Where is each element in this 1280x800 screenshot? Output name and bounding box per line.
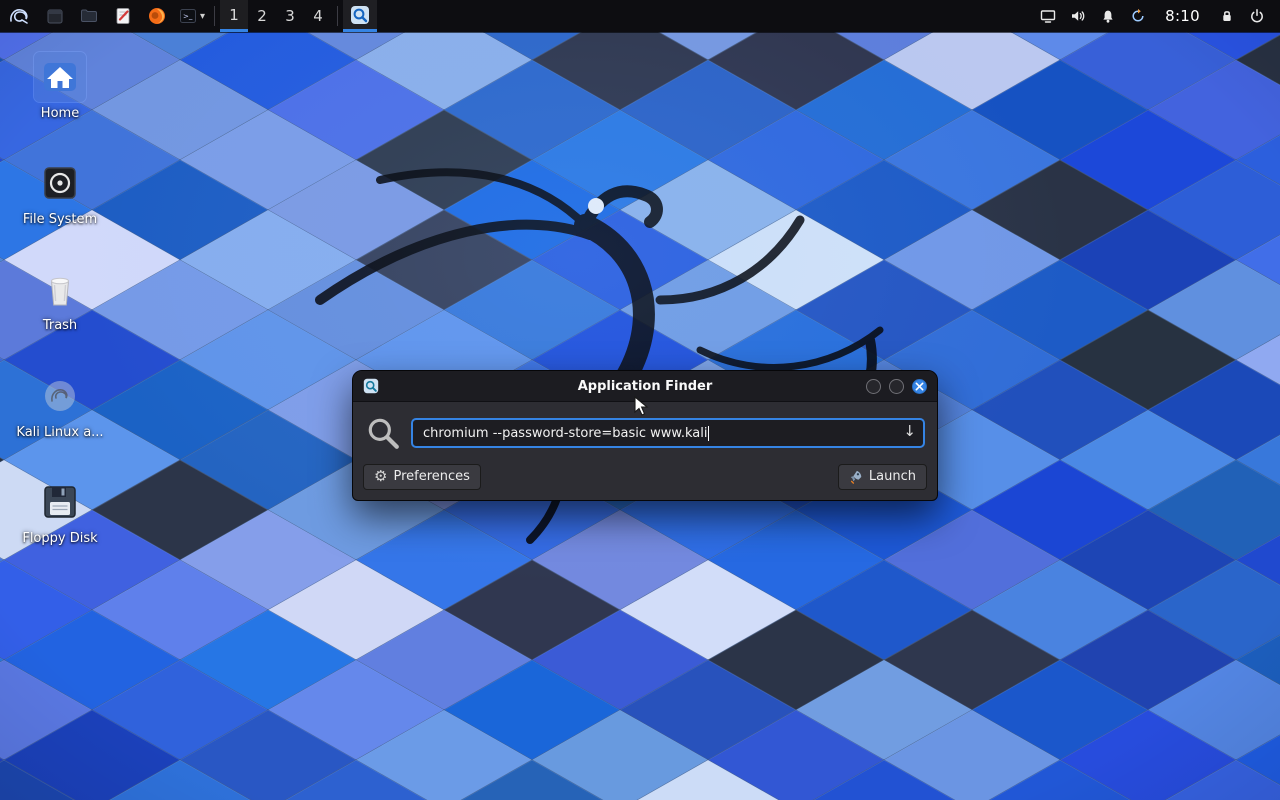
top-panel: >_ ▾ 1 2 3 4 xyxy=(0,0,1280,32)
updates-button[interactable] xyxy=(1123,0,1153,32)
desktop-icon-floppy-disk[interactable]: Floppy Disk xyxy=(8,477,112,546)
kali-logo-icon xyxy=(8,5,30,27)
finder-button-row: ⚙ Preferences Launch xyxy=(353,455,937,500)
workspace-switcher: 1 2 3 4 xyxy=(220,0,332,32)
history-dropdown-icon[interactable]: ↓ xyxy=(903,424,916,439)
desktop-icon-label: Trash xyxy=(43,318,77,333)
window-title: Application Finder xyxy=(353,379,937,394)
panel-separator xyxy=(214,6,215,26)
desktop-icon-label: Home xyxy=(41,106,79,121)
lock-screen-button[interactable] xyxy=(1212,0,1242,32)
text-editor-launcher[interactable] xyxy=(106,0,140,32)
maximize-button[interactable] xyxy=(889,379,904,394)
desktop-icon-label: Floppy Disk xyxy=(22,531,97,546)
folder-launcher[interactable] xyxy=(72,0,106,32)
launch-button[interactable]: Launch xyxy=(838,464,927,490)
clock[interactable]: 8:10 xyxy=(1165,7,1200,25)
workspace-1[interactable]: 1 xyxy=(220,0,248,32)
titlebar[interactable]: Application Finder xyxy=(353,371,937,402)
desktop-icon-label: Kali Linux a... xyxy=(16,425,103,440)
logout-power-button[interactable] xyxy=(1242,0,1272,32)
file-system-icon xyxy=(34,158,86,208)
volume-button[interactable] xyxy=(1063,0,1093,32)
terminal-glyph: >_ xyxy=(183,13,193,21)
preferences-label: Preferences xyxy=(393,469,469,485)
gear-icon: ⚙ xyxy=(374,469,387,484)
power-icon xyxy=(1249,8,1265,24)
application-finder-window: Application Finder chromium --password-s… xyxy=(352,370,938,501)
minimize-button[interactable] xyxy=(866,379,881,394)
updates-icon xyxy=(1130,8,1146,24)
desktop-icon-label: File System xyxy=(23,212,97,227)
firefox-launcher[interactable] xyxy=(140,0,174,32)
workspace-2[interactable]: 2 xyxy=(248,0,276,32)
workspace-3[interactable]: 3 xyxy=(276,0,304,32)
dragon-eye-highlight xyxy=(588,198,604,214)
notifications-button[interactable] xyxy=(1093,0,1123,32)
desktop-icon-file-system[interactable]: File System xyxy=(8,158,112,227)
kali-faded-icon xyxy=(34,371,86,421)
desktop-icon-kali-docs[interactable]: Kali Linux a... xyxy=(8,371,112,440)
close-icon xyxy=(915,382,924,391)
file-manager-launcher[interactable] xyxy=(38,0,72,32)
folder-icon xyxy=(79,6,99,26)
lock-icon xyxy=(1219,8,1235,24)
display-icon xyxy=(1040,8,1056,24)
launch-label: Launch xyxy=(869,469,916,485)
chevron-down-icon: ▾ xyxy=(200,11,205,22)
text-editor-icon xyxy=(113,6,133,26)
desktop-icon-home[interactable]: Home xyxy=(8,52,112,121)
workspace-4[interactable]: 4 xyxy=(304,0,332,32)
command-input[interactable]: chromium --password-store=basic www.kali… xyxy=(411,418,925,448)
taskbar-application-finder-button[interactable] xyxy=(343,0,377,32)
app-finder-icon xyxy=(350,5,370,25)
finder-input-row: chromium --password-store=basic www.kali… xyxy=(353,402,937,455)
display-tray-icon[interactable] xyxy=(1033,0,1063,32)
panel-left-group: >_ ▾ 1 2 3 4 xyxy=(0,0,377,32)
desktop-icon-trash[interactable]: Trash xyxy=(8,264,112,333)
volume-icon xyxy=(1070,8,1086,24)
floppy-disk-icon xyxy=(34,477,86,527)
terminal-launcher[interactable]: >_ ▾ xyxy=(174,0,209,32)
search-icon xyxy=(365,415,401,451)
file-manager-icon xyxy=(45,6,65,26)
desktop: >_ ▾ 1 2 3 4 xyxy=(0,0,1280,800)
home-icon xyxy=(34,52,86,102)
text-caret xyxy=(708,426,709,441)
panel-right-group: 8:10 xyxy=(1033,0,1280,32)
launch-icon xyxy=(849,470,863,484)
command-text: chromium --password-store=basic www.kali xyxy=(423,426,707,441)
close-button[interactable] xyxy=(912,379,927,394)
panel-separator xyxy=(337,6,338,26)
applications-menu-button[interactable] xyxy=(0,0,38,32)
trash-icon xyxy=(34,264,86,314)
firefox-icon xyxy=(147,6,167,26)
window-buttons xyxy=(866,379,927,394)
preferences-button[interactable]: ⚙ Preferences xyxy=(363,464,481,490)
terminal-icon: >_ xyxy=(178,6,198,26)
bell-icon xyxy=(1100,8,1116,24)
app-finder-window-icon xyxy=(363,378,379,394)
